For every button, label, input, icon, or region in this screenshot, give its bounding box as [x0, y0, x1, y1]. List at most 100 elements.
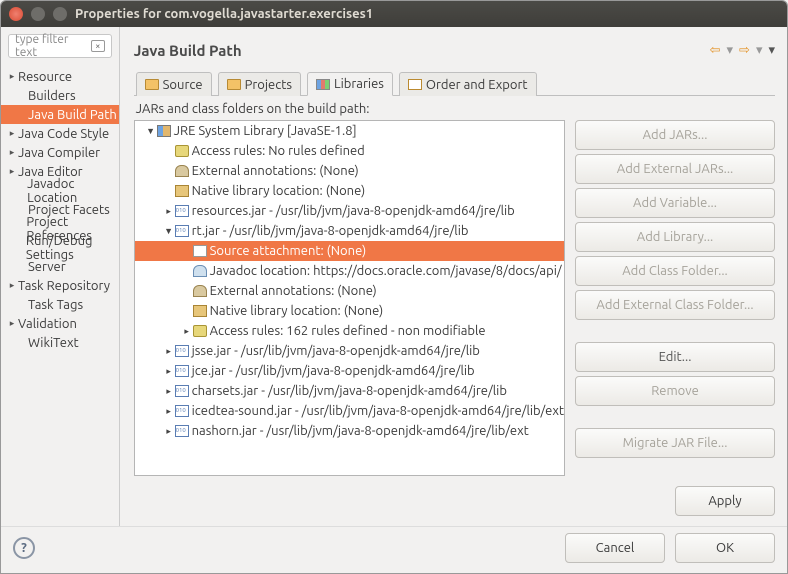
edit-button[interactable]: Edit... [575, 342, 775, 372]
add-class-folder-button[interactable]: Add Class Folder... [575, 256, 775, 286]
tree-row-label: External annotations: (None) [192, 164, 359, 178]
content: type filter text × ▸ResourceBuilders Java… [1, 27, 787, 526]
add-variable-button[interactable]: Add Variable... [575, 188, 775, 218]
jar-icon [175, 405, 189, 417]
nl-icon [175, 185, 189, 197]
tree-row[interactable]: External annotations: (None) [135, 161, 564, 181]
sidebar-item-label: Java Code Style [18, 127, 109, 141]
folder-icon [227, 79, 241, 90]
forward-icon[interactable]: ⇨ [739, 43, 750, 58]
filter-input[interactable]: type filter text × [8, 34, 112, 58]
twisty-icon[interactable]: ▸ [163, 206, 175, 217]
tree-row[interactable]: ▸ nashorn.jar - /usr/lib/jvm/java-8-openj… [135, 421, 564, 441]
apply-button[interactable]: Apply [675, 486, 775, 516]
sidebar-item-builders[interactable]: Builders [1, 86, 119, 105]
sidebar-item-javadoc-location[interactable]: Javadoc Location [1, 181, 119, 200]
clear-filter-icon[interactable]: × [91, 40, 105, 52]
window-max-icon[interactable] [53, 7, 67, 21]
tab-order-and-export[interactable]: Order and Export [399, 72, 537, 96]
tree-row[interactable]: ▸ charsets.jar - /usr/lib/jvm/java-8-open… [135, 381, 564, 401]
tree-row[interactable]: Native library location: (None) [135, 301, 564, 321]
tree-row[interactable]: ▸icedtea-sound.jar - /usr/lib/jvm/java-8… [135, 401, 564, 421]
tree-row[interactable]: External annotations: (None) [135, 281, 564, 301]
twisty-icon[interactable]: ▸ [163, 346, 175, 357]
tab-label: Libraries [334, 77, 384, 91]
window-min-icon[interactable] [31, 7, 45, 21]
view-menu-icon[interactable]: ▾ [768, 43, 775, 58]
sidebar-item-label: Run/Debug Settings [26, 234, 119, 262]
twisty-icon: ▸ [7, 166, 17, 177]
tree-row-label: jsse.jar - /usr/lib/jvm/java-8-openjdk-a… [192, 344, 480, 358]
nl-icon [193, 305, 207, 317]
remove-button[interactable]: Remove [575, 376, 775, 406]
button-column: Add JARs... Add External JARs... Add Var… [575, 120, 775, 476]
add-library-button[interactable]: Add Library... [575, 222, 775, 252]
sidebar-item-java-code-style[interactable]: ▸Java Code Style [1, 124, 119, 143]
twisty-icon[interactable]: ▸ [163, 366, 175, 377]
sidebar-item-label: Task Tags [28, 298, 83, 312]
libraries-tree[interactable]: ▼JRE System Library [JavaSE-1.8]Access r… [134, 120, 565, 476]
tab-label: Order and Export [426, 78, 528, 92]
sidebar-item-validation[interactable]: ▸Validation [1, 314, 119, 333]
tree-row-label: charsets.jar - /usr/lib/jvm/java-8-openj… [192, 384, 507, 398]
forward-menu-icon[interactable]: ▾ [756, 43, 763, 58]
migrate-jar-button[interactable]: Migrate JAR File... [575, 428, 775, 458]
twisty-icon: ▸ [7, 280, 17, 291]
add-external-class-folder-button[interactable]: Add External Class Folder... [575, 290, 775, 320]
tree-row[interactable]: ▼JRE System Library [JavaSE-1.8] [135, 121, 564, 141]
window-close-icon[interactable] [9, 7, 23, 21]
footer: ? Cancel OK [1, 526, 787, 573]
back-icon[interactable]: ⇦ [710, 43, 721, 58]
tab-libraries[interactable]: Libraries [307, 72, 393, 96]
sidebar-item-java-compiler[interactable]: ▸Java Compiler [1, 143, 119, 162]
twisty-icon[interactable]: ▼ [163, 226, 175, 236]
tree-row-label: nashorn.jar - /usr/lib/jvm/java-8-openjd… [192, 424, 529, 438]
tab-projects[interactable]: Projects [218, 72, 301, 96]
sidebar-item-resource[interactable]: ▸Resource [1, 67, 119, 86]
filter-placeholder: type filter text [15, 33, 91, 59]
folder-icon [145, 79, 159, 90]
tree-row[interactable]: ▼rt.jar - /usr/lib/jvm/java-8-openjdk-am… [135, 221, 564, 241]
jar-icon [175, 205, 189, 217]
titlebar: Properties for com.vogella.javastarter.e… [1, 1, 787, 27]
tab-source[interactable]: Source [136, 72, 212, 96]
twisty-icon: ▸ [7, 147, 17, 158]
help-icon[interactable]: ? [13, 537, 35, 559]
sidebar-item-wikitext[interactable]: WikiText [1, 333, 119, 352]
jar-icon [175, 425, 189, 437]
sidebar-item-label: Validation [18, 317, 77, 331]
add-external-jars-button[interactable]: Add External JARs... [575, 154, 775, 184]
sidebar-item-task-tags[interactable]: Task Tags [1, 295, 119, 314]
cancel-button[interactable]: Cancel [565, 533, 665, 563]
twisty-icon[interactable]: ▸ [163, 386, 175, 397]
nav-arrows: ⇦ ▾ ⇨ ▾ ▾ [710, 43, 775, 58]
add-jars-button[interactable]: Add JARs... [575, 120, 775, 150]
back-menu-icon[interactable]: ▾ [727, 43, 734, 58]
twisty-icon[interactable]: ▸ [163, 426, 175, 437]
tree-row[interactable]: ▸jce.jar - /usr/lib/jvm/java-8-openjdk-a… [135, 361, 564, 381]
ok-button[interactable]: OK [675, 533, 775, 563]
tree-row[interactable]: Javadoc location: https://docs.oracle.co… [135, 261, 564, 281]
sidebar-item-label: Java Build Path [28, 108, 117, 122]
main-panel: Java Build Path ⇦ ▾ ⇨ ▾ ▾ SourceProjects… [120, 27, 787, 526]
tree-row[interactable]: Source attachment: (None) [135, 241, 564, 261]
apply-row: Apply [134, 486, 775, 516]
twisty-icon[interactable]: ▸ [163, 406, 175, 417]
sidebar-item-java-build-path[interactable]: Java Build Path [1, 105, 119, 124]
tree-row-label: Javadoc location: https://docs.oracle.co… [210, 264, 562, 278]
sidebar-item-label: Javadoc Location [27, 177, 119, 205]
sidebar-item-task-repository[interactable]: ▸Task Repository [1, 276, 119, 295]
tree-row[interactable]: Native library location: (None) [135, 181, 564, 201]
subtitle: JARs and class folders on the build path… [136, 102, 775, 116]
rule-icon [193, 325, 207, 337]
tree-row[interactable]: ▸Access rules: 162 rules defined - non m… [135, 321, 564, 341]
sidebar-item-label: Server [28, 260, 66, 274]
sidebar-item-run-debug-settings[interactable]: Run/Debug Settings [1, 238, 119, 257]
twisty-icon[interactable]: ▸ [181, 326, 193, 337]
twisty-icon[interactable]: ▼ [145, 126, 157, 136]
tree-row[interactable]: ▸ jsse.jar - /usr/lib/jvm/java-8-openjdk-… [135, 341, 564, 361]
tab-label: Projects [245, 78, 292, 92]
tree-row[interactable]: ▸resources.jar - /usr/lib/jvm/java-8-ope… [135, 201, 564, 221]
sidebar: type filter text × ▸ResourceBuilders Java… [1, 27, 120, 526]
tree-row[interactable]: Access rules: No rules defined [135, 141, 564, 161]
